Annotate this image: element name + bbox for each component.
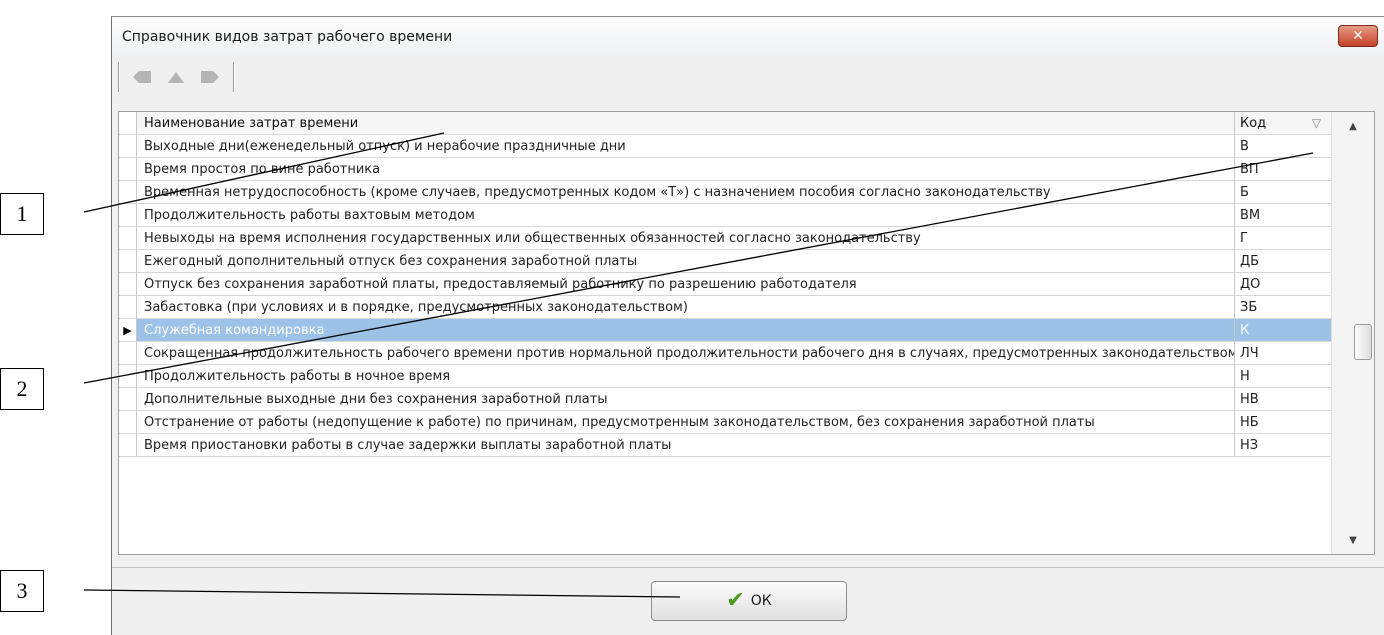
ok-button[interactable]: ✔ ОК	[651, 581, 847, 621]
table-row[interactable]: Сокращенная продолжительность рабочего в…	[119, 342, 1331, 365]
callout-1: 1	[0, 193, 44, 235]
forward-icon	[201, 71, 219, 83]
row-indicator-cell[interactable]	[119, 342, 137, 365]
scroll-thumb[interactable]	[1354, 324, 1372, 360]
cell-code[interactable]: ДБ	[1235, 250, 1331, 273]
up-icon	[168, 72, 184, 83]
cell-code[interactable]: ДО	[1235, 273, 1331, 296]
cell-code[interactable]: ЗБ	[1235, 296, 1331, 319]
table-row[interactable]: Отстранение от работы (недопущение к раб…	[119, 411, 1331, 434]
cell-code[interactable]: Н	[1235, 365, 1331, 388]
cell-code[interactable]: ВМ	[1235, 204, 1331, 227]
callout-3: 3	[0, 570, 44, 612]
cell-name[interactable]: Забастовка (при условиях и в порядке, пр…	[137, 296, 1235, 319]
cell-code[interactable]: ЛЧ	[1235, 342, 1331, 365]
toolbar	[118, 57, 518, 97]
row-indicator-cell[interactable]	[119, 227, 137, 250]
dialog-window: Справочник видов затрат рабочего времени…	[111, 16, 1384, 635]
row-indicator-cell[interactable]	[119, 411, 137, 434]
title-bar: Справочник видов затрат рабочего времени…	[112, 17, 1384, 57]
cell-name[interactable]: Время приостановки работы в случае задер…	[137, 434, 1235, 457]
data-grid: Наименование затрат времени Код ▽ Выходн…	[118, 111, 1375, 555]
cell-name[interactable]: Ежегодный дополнительный отпуск без сохр…	[137, 250, 1235, 273]
grid-header-row: Наименование затрат времени Код ▽	[119, 112, 1331, 135]
row-indicator-cell[interactable]	[119, 158, 137, 181]
cell-name[interactable]: Отпуск без сохранения заработной платы, …	[137, 273, 1235, 296]
cell-code[interactable]: К	[1235, 319, 1331, 342]
close-icon: ✕	[1352, 28, 1364, 44]
check-icon: ✔	[726, 588, 745, 613]
row-indicator-cell[interactable]: ▶	[119, 319, 137, 342]
cell-name[interactable]: Выходные дни(еженедельный отпуск) и нера…	[137, 135, 1235, 158]
callout-2: 2	[0, 368, 44, 410]
cell-name[interactable]: Сокращенная продолжительность рабочего в…	[137, 342, 1235, 365]
column-header-code[interactable]: Код ▽	[1235, 112, 1331, 135]
cell-code[interactable]: НЗ	[1235, 434, 1331, 457]
cell-name[interactable]: Временная нетрудоспособность (кроме случ…	[137, 181, 1235, 204]
row-indicator-cell[interactable]	[119, 135, 137, 158]
row-indicator-cell[interactable]	[119, 296, 137, 319]
ok-button-label: ОК	[750, 593, 772, 609]
toolbar-separator	[118, 62, 119, 92]
toolbar-separator	[233, 62, 234, 92]
table-row[interactable]: Время простоя по вине работника ВП	[119, 158, 1331, 181]
table-row[interactable]: Дополнительные выходные дни без сохранен…	[119, 388, 1331, 411]
row-indicator-cell[interactable]	[119, 388, 137, 411]
cell-code[interactable]: НБ	[1235, 411, 1331, 434]
row-indicator-cell[interactable]	[119, 204, 137, 227]
table-row[interactable]: Ежегодный дополнительный отпуск без сохр…	[119, 250, 1331, 273]
back-button[interactable]	[131, 68, 153, 86]
column-header-name[interactable]: Наименование затрат времени	[137, 112, 1235, 135]
cell-name[interactable]: Служебная командировка	[137, 319, 1235, 342]
cell-code[interactable]: Г	[1235, 227, 1331, 250]
cell-code[interactable]: НВ	[1235, 388, 1331, 411]
table-row[interactable]: Временная нетрудоспособность (кроме случ…	[119, 181, 1331, 204]
row-indicator-cell[interactable]	[119, 434, 137, 457]
table-row[interactable]: Выходные дни(еженедельный отпуск) и нера…	[119, 135, 1331, 158]
table-row[interactable]: Невыходы на время исполнения государстве…	[119, 227, 1331, 250]
column-header-code-label: Код	[1240, 116, 1267, 131]
sort-desc-icon: ▽	[1311, 116, 1321, 130]
cell-code[interactable]: Б	[1235, 181, 1331, 204]
table-row[interactable]: Отпуск без сохранения заработной платы, …	[119, 273, 1331, 296]
scroll-down-arrow-icon[interactable]: ▼	[1332, 530, 1374, 552]
vertical-scrollbar[interactable]: ▲ ▼	[1331, 112, 1374, 554]
cell-name[interactable]: Время простоя по вине работника	[137, 158, 1235, 181]
close-button[interactable]: ✕	[1338, 25, 1378, 47]
footer-divider	[112, 567, 1384, 568]
row-pointer-icon: ▶	[123, 323, 132, 337]
forward-button[interactable]	[199, 68, 221, 86]
back-icon	[133, 71, 151, 83]
cell-code[interactable]: В	[1235, 135, 1331, 158]
up-button[interactable]	[165, 68, 187, 86]
table-row[interactable]: Продолжительность работы вахтовым методо…	[119, 204, 1331, 227]
window-title: Справочник видов затрат рабочего времени	[122, 29, 453, 45]
table-row[interactable]: ▶ Служебная командировка К	[119, 319, 1331, 342]
table-row[interactable]: Забастовка (при условиях и в порядке, пр…	[119, 296, 1331, 319]
cell-code[interactable]: ВП	[1235, 158, 1331, 181]
row-indicator-cell[interactable]	[119, 181, 137, 204]
header-indicator-cell	[119, 112, 137, 135]
cell-name[interactable]: Продолжительность работы вахтовым методо…	[137, 204, 1235, 227]
scroll-up-arrow-icon[interactable]: ▲	[1332, 116, 1374, 138]
cell-name[interactable]: Отстранение от работы (недопущение к раб…	[137, 411, 1235, 434]
row-indicator-cell[interactable]	[119, 250, 137, 273]
table-row[interactable]: Продолжительность работы в ночное время Н	[119, 365, 1331, 388]
row-indicator-cell[interactable]	[119, 273, 137, 296]
cell-name[interactable]: Продолжительность работы в ночное время	[137, 365, 1235, 388]
cell-name[interactable]: Невыходы на время исполнения государстве…	[137, 227, 1235, 250]
row-indicator-cell[interactable]	[119, 365, 137, 388]
table-row[interactable]: Время приостановки работы в случае задер…	[119, 434, 1331, 457]
cell-name[interactable]: Дополнительные выходные дни без сохранен…	[137, 388, 1235, 411]
